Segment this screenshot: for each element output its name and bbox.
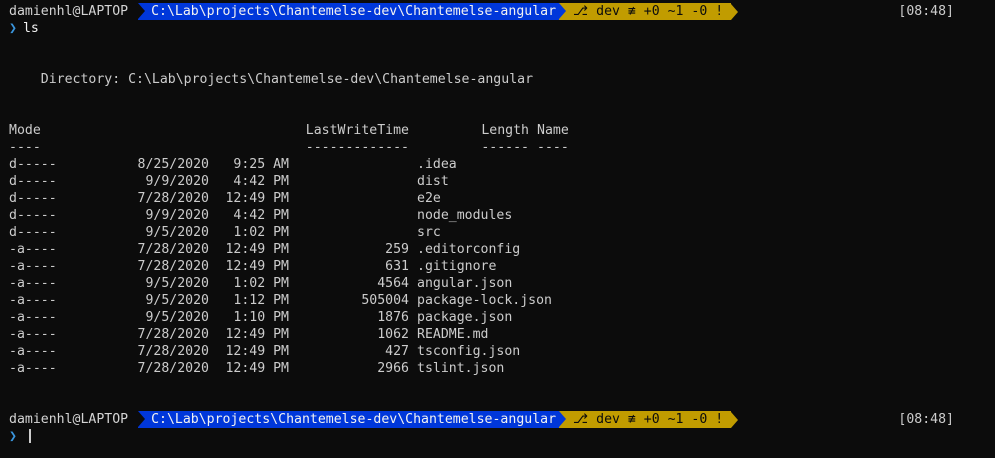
- terminal-window[interactable]: damienhl@LAPTOP C:\Lab\projects\Chanteme…: [0, 0, 995, 458]
- prompt-time: [08:48]: [898, 412, 954, 427]
- table-row: -a---- 9/5/2020 1:02 PM 4564 angular.json: [9, 276, 513, 291]
- file-listing: d----- 8/25/2020 9:25 AM .idea d----- 9/9/20…: [9, 156, 986, 377]
- prompt-time: [08:48]: [898, 4, 954, 19]
- table-row: -a---- 7/28/2020 12:49 PM 2966 tslint.json: [9, 361, 505, 376]
- prompt-git-segment: ⎇ dev ≢ +0 ~1 -0 !: [559, 411, 732, 428]
- header-length: Length: [481, 123, 529, 138]
- prompt-segment-end: [731, 411, 739, 428]
- table-row: -a---- 9/5/2020 1:10 PM 1876 package.json: [9, 310, 513, 325]
- table-row: -a---- 7/28/2020 12:49 PM 1062 README.md: [9, 327, 489, 342]
- prompt-path-segment: C:\Lab\projects\Chantemelse-dev\Chanteme…: [138, 3, 560, 20]
- prompt-chevron-icon: ❯: [9, 21, 17, 36]
- table-row: d----- 8/25/2020 9:25 AM .idea: [9, 157, 457, 172]
- table-row: d----- 9/9/2020 4:42 PM dist: [9, 174, 449, 189]
- command-text: ls: [22, 21, 39, 36]
- table-row: -a---- 9/5/2020 1:12 PM 505004 package-lock.…: [9, 293, 552, 308]
- header-name: Name: [537, 123, 569, 138]
- prompt-user: damienhl@LAPTOP: [9, 4, 129, 19]
- prompt-line: damienhl@LAPTOP C:\Lab\projects\Chanteme…: [9, 3, 986, 20]
- table-row: -a---- 7/28/2020 12:49 PM 631 .gitignore: [9, 259, 497, 274]
- table-header: Mode LastWriteTime Length Name: [9, 122, 986, 139]
- prompt-git-segment: ⎇ dev ≢ +0 ~1 -0 !: [559, 3, 732, 20]
- directory-label: Directory: C:\Lab\projects\Chantemelse-d…: [9, 72, 534, 87]
- prompt-line: damienhl@LAPTOP C:\Lab\projects\Chanteme…: [9, 411, 986, 428]
- prompt-segment-end: [731, 3, 739, 20]
- command-line: ❯ ls: [9, 20, 986, 37]
- input-line[interactable]: ❯: [9, 428, 986, 445]
- table-row: d----- 9/9/2020 4:42 PM node_modules: [9, 208, 513, 223]
- table-row: d----- 9/5/2020 1:02 PM src: [9, 225, 441, 240]
- prompt-user: damienhl@LAPTOP: [9, 412, 129, 427]
- table-row: -a---- 7/28/2020 12:49 PM 259 .editorconfig: [9, 242, 521, 257]
- prompt-chevron-icon: ❯: [9, 429, 17, 444]
- header-mode: Mode: [9, 123, 41, 138]
- prompt-path-segment: C:\Lab\projects\Chantemelse-dev\Chanteme…: [138, 411, 560, 428]
- header-lastwritetime: LastWriteTime: [305, 123, 409, 138]
- table-row: d----- 7/28/2020 12:49 PM e2e: [9, 191, 441, 206]
- table-header-underline: ---- ------------- ------ ----: [9, 140, 569, 155]
- text-cursor[interactable]: [28, 429, 31, 443]
- table-row: -a---- 7/28/2020 12:49 PM 427 tsconfig.json: [9, 344, 521, 359]
